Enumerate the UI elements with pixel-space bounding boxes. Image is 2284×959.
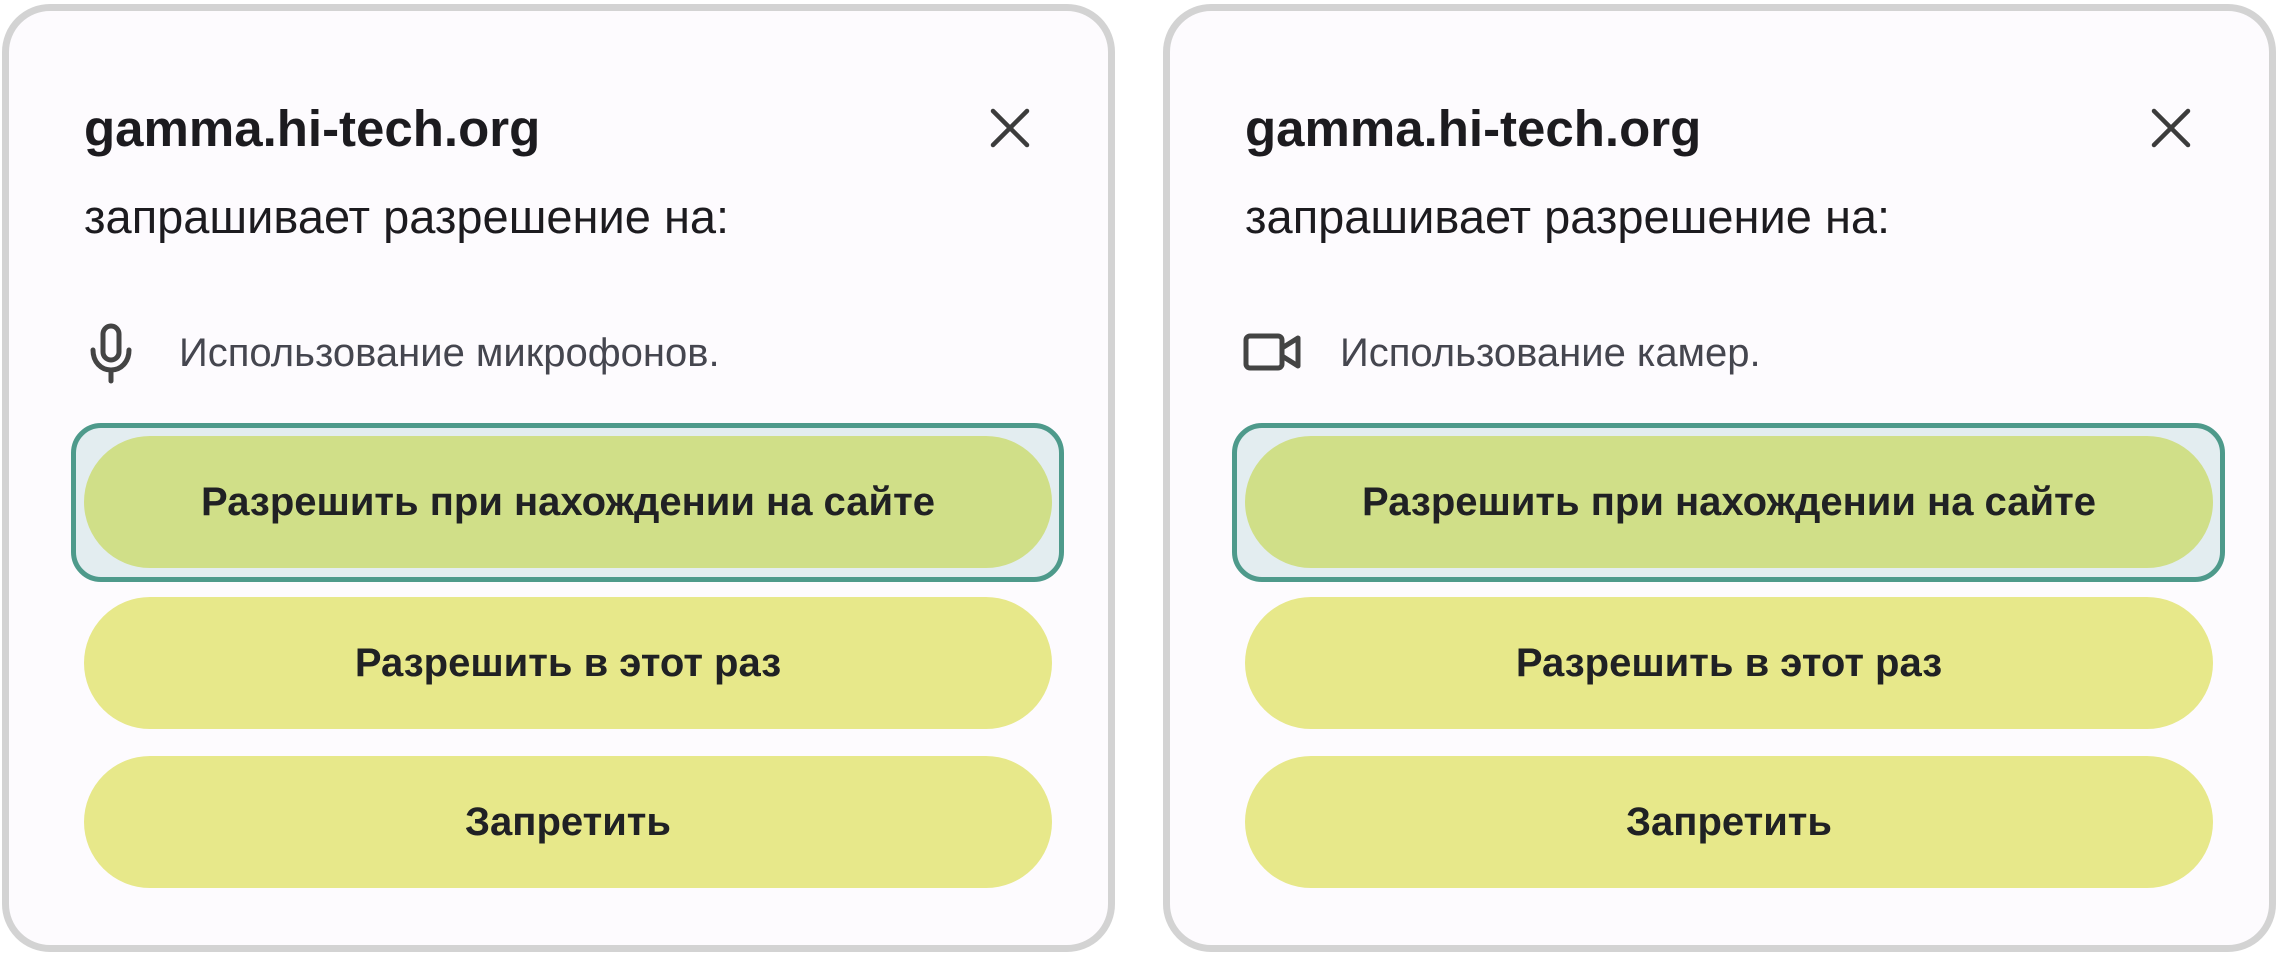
allow-while-on-site-button[interactable]: Разрешить при нахождении на сайте	[1245, 436, 2213, 568]
permission-dialog-camera: gamma.hi-tech.org запрашивает разрешение…	[1163, 4, 2276, 952]
permission-request-text: запрашивает разрешение на:	[1245, 190, 1891, 243]
deny-button[interactable]: Запретить	[1245, 756, 2213, 888]
microphone-icon	[79, 321, 143, 385]
allow-while-on-site-button[interactable]: Разрешить при нахождении на сайте	[84, 436, 1052, 568]
allow-this-time-button[interactable]: Разрешить в этот раз	[1245, 597, 2213, 729]
allow-this-time-button[interactable]: Разрешить в этот раз	[84, 597, 1052, 729]
site-origin: gamma.hi-tech.org	[1245, 100, 1702, 157]
permission-request-text: запрашивает разрешение на:	[84, 190, 730, 243]
deny-button[interactable]: Запретить	[84, 756, 1052, 888]
permission-dialog-microphone: gamma.hi-tech.org запрашивает разрешение…	[2, 4, 1115, 952]
permission-label: Использование камер.	[1340, 331, 1761, 375]
camera-icon	[1240, 321, 1304, 385]
site-origin: gamma.hi-tech.org	[84, 100, 541, 157]
close-icon[interactable]	[985, 103, 1035, 153]
close-icon[interactable]	[2146, 103, 2196, 153]
permission-label: Использование микрофонов.	[179, 331, 720, 375]
